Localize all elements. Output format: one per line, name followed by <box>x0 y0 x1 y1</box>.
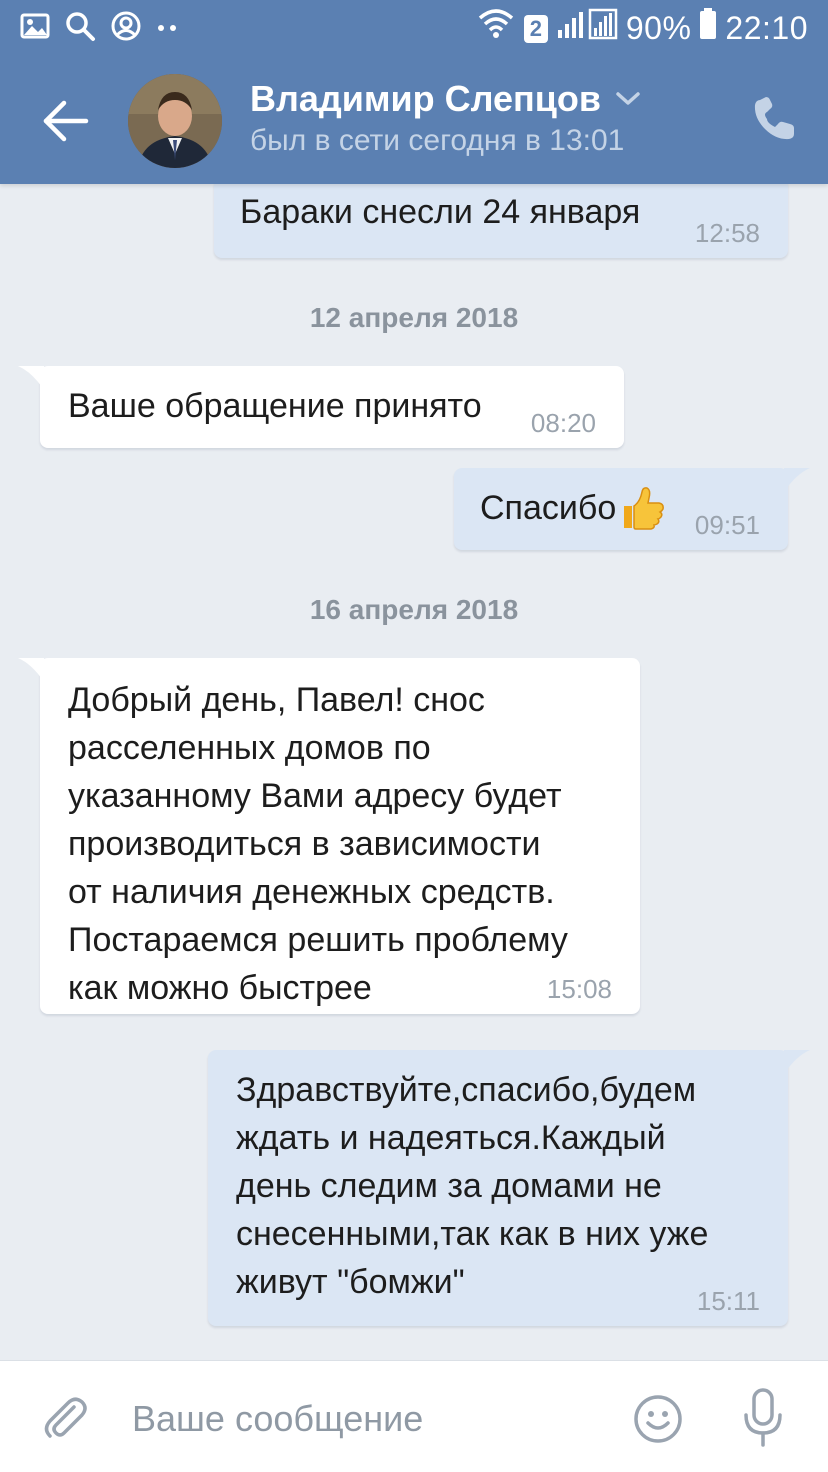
message-time: 15:08 <box>546 974 612 1004</box>
message-composer <box>0 1360 828 1472</box>
contact-status: был в сети сегодня в 13:01 <box>250 124 625 157</box>
signal-icon <box>556 8 618 49</box>
message-outgoing[interactable]: Спасибо 09:51 <box>454 468 810 550</box>
account-icon <box>110 10 142 47</box>
message-input[interactable] <box>132 1391 592 1447</box>
search-icon <box>64 10 96 47</box>
message-incoming[interactable]: Ваше обращение принято 08:20 <box>18 366 624 448</box>
date-separator: 16 апреля 2018 <box>309 594 519 625</box>
more-dots-icon <box>156 20 180 38</box>
message-text: Добрый день, Павел! снос расселенных дом… <box>68 681 568 1007</box>
message-text: Бараки снесли 24 января <box>240 193 641 231</box>
bubble-tail <box>18 366 44 390</box>
clock: 22:10 <box>725 10 808 46</box>
message-outgoing[interactable]: Здравствуйте,спасибо,будем ждать и надея… <box>208 1050 810 1326</box>
message-text: Здравствуйте,спасибо,будем ждать и надея… <box>236 1071 709 1301</box>
attach-button[interactable] <box>40 1393 90 1443</box>
date-separator: 12 апреля 2018 <box>309 302 519 333</box>
chat-screen: 2 90% 22:10 Владимир Слепцов был в сети … <box>0 0 828 1472</box>
bubble-tail <box>784 1050 810 1074</box>
top-bar: 2 90% 22:10 Владимир Слепцов был в сети … <box>0 0 828 184</box>
message-time: 15:11 <box>696 1286 760 1316</box>
message-time: 09:51 <box>694 510 760 540</box>
status-left-icons <box>20 10 180 47</box>
status-right: 2 90% 22:10 <box>476 8 808 49</box>
contact-name-row[interactable]: Владимир Слепцов <box>250 78 641 120</box>
contact-name[interactable]: Владимир Слепцов <box>250 78 601 120</box>
battery-icon <box>699 8 717 49</box>
wifi-icon <box>476 8 516 49</box>
message-time: 08:20 <box>530 408 596 438</box>
message-time: 12:58 <box>694 218 760 248</box>
call-button[interactable] <box>750 96 798 144</box>
message-text: Ваше обращение принято <box>68 387 482 425</box>
message-list[interactable]: Бараки снесли 24 января 12:58 12 апреля … <box>0 178 828 1360</box>
back-arrow-icon <box>43 100 89 142</box>
microphone-icon <box>744 1388 782 1447</box>
message-incoming[interactable]: Добрый день, Павел! снос расселенных дом… <box>18 658 640 1014</box>
back-button[interactable] <box>36 96 96 146</box>
message-content: Спасибо <box>480 484 666 532</box>
avatar[interactable] <box>128 74 222 168</box>
sim-badge: 2 <box>523 14 548 43</box>
paperclip-icon <box>44 1397 87 1438</box>
thumbs-up-icon <box>624 487 665 530</box>
emoji-button[interactable] <box>632 1393 684 1445</box>
message-outgoing[interactable]: Бараки снесли 24 января 12:58 <box>214 178 788 258</box>
phone-icon <box>754 97 794 140</box>
bubble-tail <box>784 468 810 492</box>
microphone-button[interactable] <box>740 1387 786 1449</box>
emoji-icon <box>634 1395 682 1443</box>
gallery-icon <box>20 12 50 45</box>
bubble-tail <box>18 658 44 682</box>
battery-percent: 90% <box>625 10 692 46</box>
message-text: Спасибо <box>480 489 617 527</box>
chevron-down-icon[interactable] <box>615 91 641 107</box>
status-bar: 2 90% 22:10 <box>0 0 828 58</box>
